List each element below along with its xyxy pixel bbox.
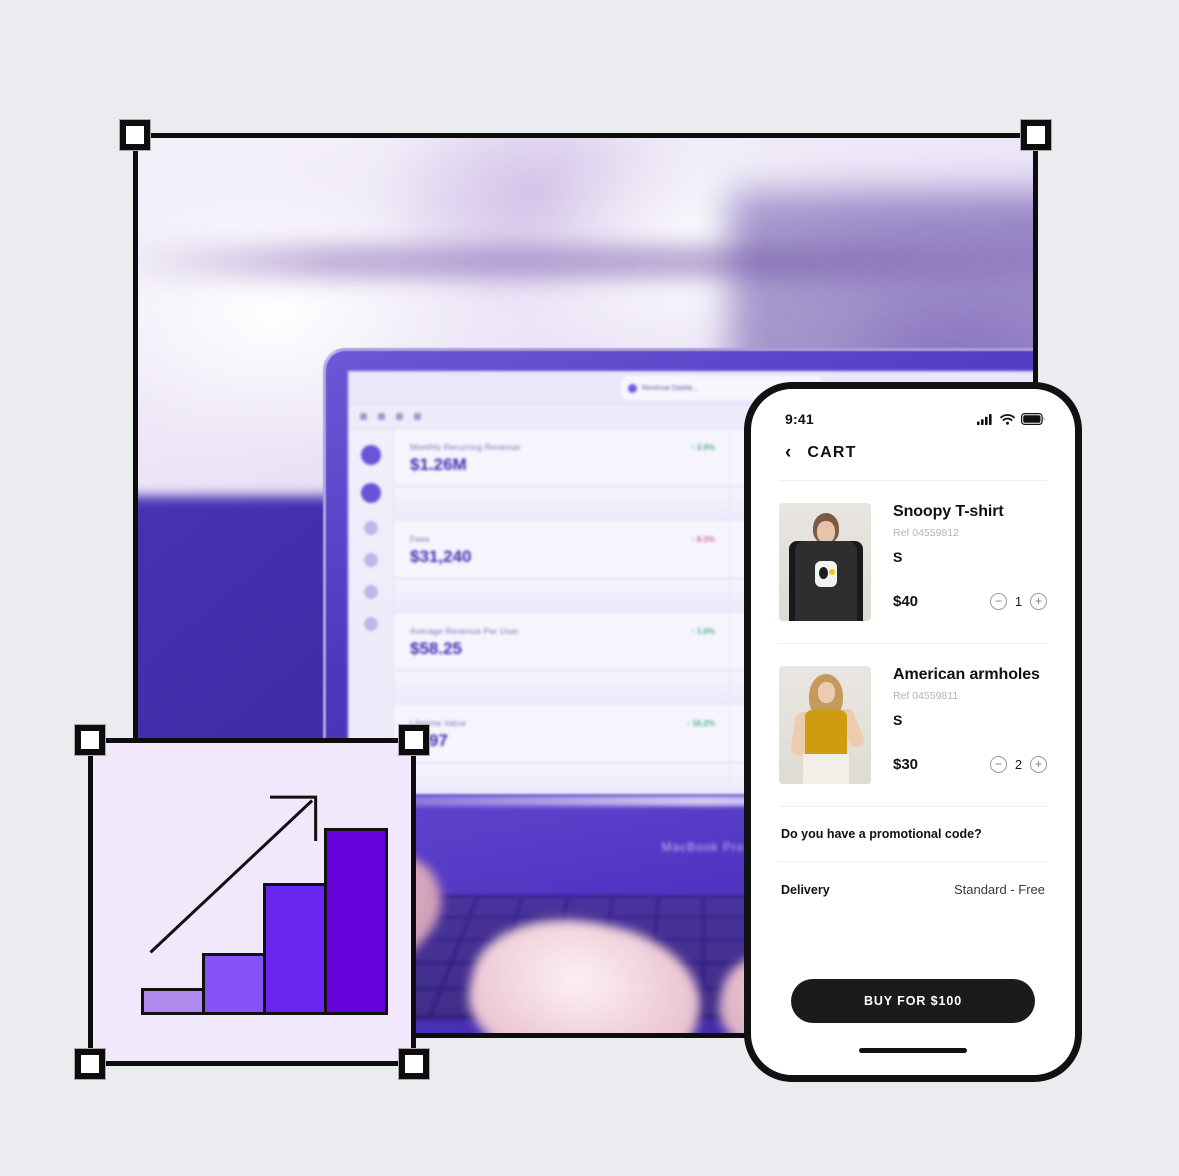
back-icon[interactable]: ‹ — [785, 443, 791, 462]
status-time: 9:41 — [785, 411, 814, 427]
resize-handle-bottom-left[interactable] — [75, 1049, 105, 1079]
home-icon[interactable] — [414, 413, 421, 420]
bar-item — [263, 882, 327, 1015]
product-info: American armholes Ref 04559811 S $30 − 2… — [893, 666, 1047, 784]
metric-value: $1.26M — [410, 455, 467, 474]
favicon-icon — [627, 383, 637, 393]
product-name: Snoopy T-shirt — [893, 503, 1004, 520]
cart-item[interactable]: American armholes Ref 04559811 S $30 − 2… — [751, 644, 1075, 806]
sidebar-item-help-icon[interactable] — [363, 585, 378, 599]
metric-label: Average Revenue Per User — [410, 626, 519, 636]
product-bottom-row: $30 − 2 + — [893, 756, 1047, 773]
buy-button[interactable]: BUY FOR $100 — [791, 979, 1035, 1023]
metric-value: $58.25 — [410, 639, 462, 658]
status-bar: 9:41 — [751, 389, 1075, 435]
increase-quantity-button[interactable]: + — [1030, 756, 1047, 773]
selected-chart-object[interactable] — [75, 725, 429, 1079]
sparkline — [394, 762, 729, 796]
product-price: $30 — [893, 756, 919, 773]
background-shelf — [138, 245, 1033, 280]
metric-value: $31,240 — [410, 547, 472, 566]
resize-handle-bottom-right[interactable] — [399, 1049, 429, 1079]
quantity-value: 1 — [1014, 594, 1023, 609]
bar-item — [202, 953, 266, 1015]
resize-handle-top-right[interactable] — [1021, 120, 1051, 150]
chart-plot-area — [141, 787, 388, 1015]
resize-handle-top-left[interactable] — [75, 725, 105, 755]
quantity-value: 2 — [1014, 757, 1023, 772]
metric-card[interactable]: Fees $31,240 ↑ 8.3% — [394, 521, 730, 613]
sparkline — [394, 486, 729, 520]
delivery-row[interactable]: Delivery Standard - Free — [751, 862, 1075, 917]
battery-icon — [1021, 413, 1045, 425]
product-name: American armholes — [893, 666, 1040, 683]
status-icons — [977, 413, 1045, 425]
metric-value: $997 — [410, 731, 713, 751]
metric-delta: ↑ 8.3% — [690, 535, 715, 544]
product-size: S — [893, 712, 903, 728]
resize-handle-top-left[interactable] — [120, 120, 150, 150]
home-indicator[interactable] — [859, 1048, 967, 1053]
product-price: $40 — [893, 593, 919, 610]
forward-icon[interactable] — [378, 413, 385, 420]
quantity-stepper[interactable]: − 1 + — [990, 593, 1047, 610]
metric-label: Lifetime Value — [410, 718, 467, 728]
sidebar-item-profile-icon[interactable] — [363, 617, 378, 631]
reload-icon[interactable] — [396, 413, 403, 420]
quantity-stepper[interactable]: − 2 + — [990, 756, 1047, 773]
browser-tab-label: Revenue Dashb... — [641, 384, 698, 392]
sidebar-item-reports-icon[interactable] — [363, 521, 378, 535]
canvas-stage: Revenue Dashb... × + — [0, 0, 1179, 1176]
cart-item[interactable]: Snoopy T-shirt Ref 04559812 S $40 − 1 + — [751, 481, 1075, 643]
product-size: S — [893, 549, 903, 565]
wifi-icon — [1000, 413, 1015, 425]
decrease-quantity-button[interactable]: − — [990, 756, 1007, 773]
decrease-quantity-button[interactable]: − — [990, 593, 1007, 610]
sparkline — [394, 578, 729, 612]
bar-item — [324, 828, 388, 1015]
metric-delta: ↑ 3.9% — [690, 443, 715, 452]
promo-code-row[interactable]: Do you have a promotional code? — [751, 807, 1075, 861]
page-title: CART — [807, 443, 857, 461]
back-icon[interactable] — [360, 413, 367, 420]
product-ref: Ref 04559812 — [893, 527, 959, 539]
chart-panel — [93, 743, 411, 1061]
phone-mockup: 9:41 ‹ CART Snoopy T-shirt Ref 04559812 … — [744, 382, 1082, 1082]
buy-button-wrap: BUY FOR $100 — [751, 979, 1075, 1023]
sidebar-logo-icon[interactable] — [360, 445, 381, 465]
cellular-signal-icon — [977, 413, 992, 425]
product-ref: Ref 04559811 — [893, 690, 959, 702]
sidebar-item-analytics-icon[interactable] — [360, 483, 381, 503]
metric-card[interactable]: Average Revenue Per User $58.25 ↑ 1.0% — [394, 613, 730, 705]
metric-label: Fees — [410, 534, 430, 544]
product-image[interactable] — [779, 666, 871, 784]
metric-delta: ↑ 1.0% — [690, 627, 715, 636]
metric-card[interactable]: Monthly Recurring Revenue $1.26M ↑ 3.9% — [394, 429, 730, 521]
metric-card[interactable]: Lifetime Value $997 ↑ 16.2% — [394, 705, 730, 797]
bar-series — [141, 787, 388, 1015]
increase-quantity-button[interactable]: + — [1030, 593, 1047, 610]
cart-header: ‹ CART — [751, 435, 1075, 480]
metric-label: Monthly Recurring Revenue — [410, 442, 521, 452]
product-image[interactable] — [779, 503, 871, 621]
sidebar-item-settings-icon[interactable] — [363, 553, 378, 567]
product-bottom-row: $40 − 1 + — [893, 593, 1047, 610]
delivery-label: Delivery — [781, 882, 830, 897]
resize-handle-top-right[interactable] — [399, 725, 429, 755]
bar-item — [141, 987, 205, 1015]
delivery-value: Standard - Free — [953, 882, 1045, 897]
metric-delta: ↑ 16.2% — [686, 719, 715, 728]
sparkline — [394, 670, 729, 704]
product-info: Snoopy T-shirt Ref 04559812 S $40 − 1 + — [893, 503, 1047, 621]
